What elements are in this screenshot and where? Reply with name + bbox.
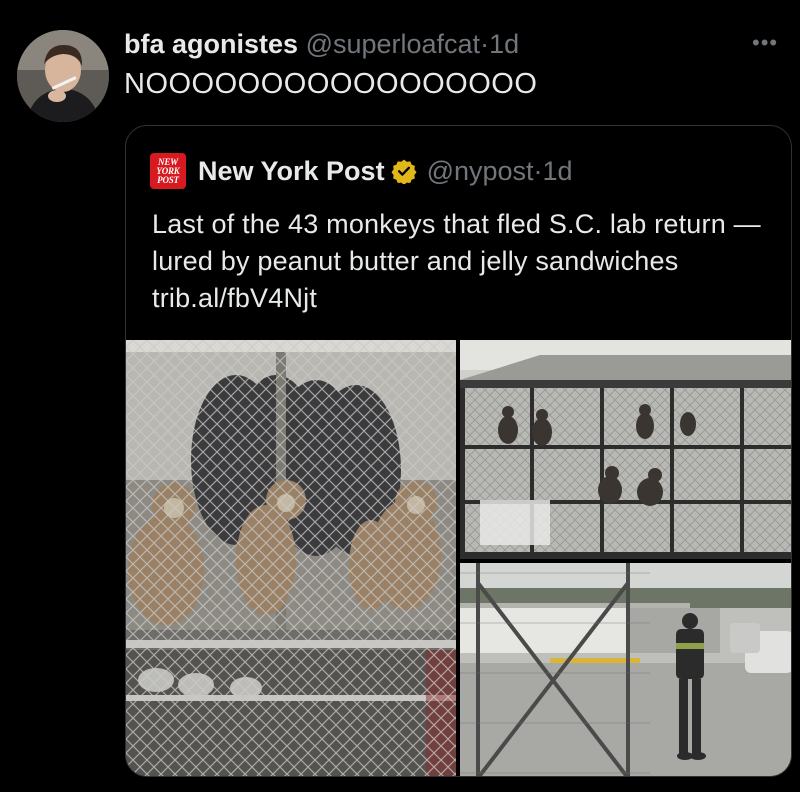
display-name[interactable]: bfa agonistes: [124, 29, 298, 59]
separator-dot: ·: [480, 29, 490, 59]
tweet[interactable]: bfa agonistes @superloafcat·1d ••• NOOOO…: [0, 0, 800, 792]
handle[interactable]: @superloafcat: [306, 29, 481, 59]
worker-at-gate-photo[interactable]: [460, 563, 791, 776]
quoted-separator-dot: ·: [533, 155, 543, 186]
quoted-display-name[interactable]: New York Post: [198, 156, 385, 187]
tweet-header: bfa agonistes @superloafcat·1d: [124, 27, 519, 61]
logo-line-3: POST: [157, 174, 179, 185]
verified-badge-icon: [390, 158, 417, 185]
quoted-tweet-header: NEW YORK POST New York Post @nypost · 1d: [150, 153, 573, 189]
more-horizontal-icon[interactable]: •••: [752, 30, 778, 56]
timestamp[interactable]: 1d: [489, 29, 519, 59]
avatar[interactable]: [17, 30, 109, 122]
nypost-logo[interactable]: NEW YORK POST: [150, 153, 186, 189]
tweet-text: NOOOOOOOOOOOOOOOOO: [124, 68, 538, 100]
quoted-timestamp[interactable]: 1d: [543, 156, 573, 187]
quoted-tweet[interactable]: NEW YORK POST New York Post @nypost · 1d L…: [125, 125, 792, 777]
enclosure-structure-photo[interactable]: [460, 340, 791, 559]
avatar-image: [17, 30, 109, 122]
quoted-handle[interactable]: @nypost: [427, 156, 534, 187]
quoted-tweet-text: Last of the 43 monkeys that fled S.C. la…: [152, 209, 761, 313]
monkeys-behind-fence-photo[interactable]: [126, 340, 456, 776]
